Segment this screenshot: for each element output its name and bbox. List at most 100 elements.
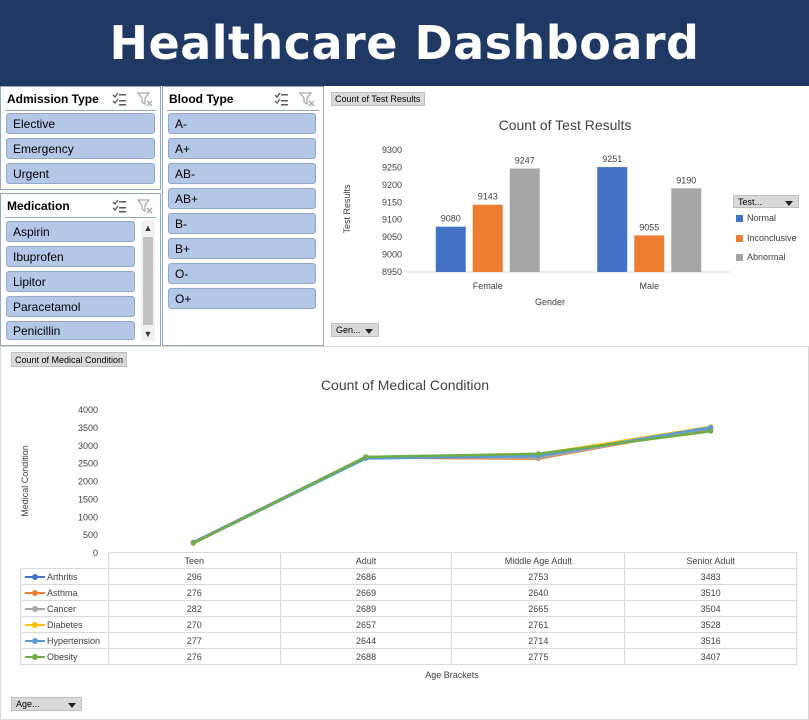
- table-cell: 2688: [279, 648, 453, 665]
- y-tick-label: 1500: [78, 494, 98, 504]
- clear-filter-icon[interactable]: [137, 198, 153, 214]
- count-of-medical-condition-field-button[interactable]: Count of Medical Condition: [11, 352, 127, 367]
- bar-normal-male[interactable]: [597, 167, 628, 272]
- table-cell: 3407: [624, 648, 797, 665]
- table-cell: 276: [107, 584, 281, 601]
- slicer-item-aspirin[interactable]: Aspirin: [6, 221, 135, 242]
- y-tick-label: 9050: [382, 232, 402, 242]
- legend-key-icon: [25, 589, 45, 597]
- y-tick-label: 8950: [382, 267, 402, 277]
- scroll-down-icon[interactable]: ▼: [141, 327, 155, 341]
- table-cell: 277: [107, 632, 281, 649]
- slicer-item-o-pos[interactable]: O+: [168, 288, 316, 309]
- x-tick-label: Female: [473, 281, 503, 291]
- series-line-hypertension[interactable]: [192, 426, 711, 545]
- slicer-item-penicillin[interactable]: Penicillin: [6, 321, 135, 340]
- multi-select-icon[interactable]: [111, 91, 127, 107]
- filter-label: Age...: [16, 699, 40, 709]
- x-axis-title: Age Brackets: [425, 670, 479, 680]
- data-point-obesity[interactable]: [190, 540, 196, 546]
- table-row: Diabetes 270 2657 2761 3528: [20, 616, 797, 633]
- table-cell: 3504: [624, 600, 797, 617]
- series-line-cancer[interactable]: [192, 426, 711, 545]
- y-tick-label: 9250: [382, 162, 402, 172]
- table-cell: 3528: [624, 616, 797, 633]
- divider: [5, 217, 156, 218]
- series-line-asthma[interactable]: [192, 426, 711, 545]
- slicer-item-b-neg[interactable]: B-: [168, 213, 316, 234]
- table-cell: 2753: [451, 568, 626, 585]
- multi-select-icon[interactable]: [273, 91, 289, 107]
- bar-inconclusive-male[interactable]: [634, 235, 665, 272]
- dashboard: Healthcare Dashboard Admission Type Elec…: [0, 0, 809, 720]
- test-results-legend-filter[interactable]: Test...: [733, 195, 799, 208]
- medical-condition-line-chart: 05001000150020002500300035004000: [78, 405, 714, 558]
- chevron-down-icon: [785, 201, 793, 206]
- table-cell: 282: [107, 600, 281, 617]
- scroll-up-icon[interactable]: ▲: [141, 221, 155, 235]
- bar-normal-female[interactable]: [435, 226, 466, 272]
- admission-type-slicer: Admission Type Elective Emergency Urgent: [0, 86, 161, 190]
- slicer-item-o-neg[interactable]: O-: [168, 263, 316, 284]
- series-line-obesity[interactable]: [192, 429, 711, 545]
- chart-title: Count of Medical Condition: [320, 377, 490, 393]
- table-cell: 296: [107, 568, 281, 585]
- gender-axis-filter[interactable]: Gen...: [331, 323, 379, 337]
- series-line-arthritis[interactable]: [192, 427, 711, 544]
- divider: [5, 110, 156, 111]
- slicer-item-ab-neg[interactable]: AB-: [168, 163, 316, 184]
- filter-label: Test...: [738, 196, 763, 207]
- y-tick-label: 9300: [382, 145, 402, 155]
- medication-slicer: Medication Aspirin Ibuprofen Lipitor Par…: [0, 193, 161, 346]
- chevron-down-icon: [68, 703, 76, 708]
- row-header: Cancer: [20, 600, 109, 617]
- series-line-diabetes[interactable]: [192, 425, 711, 545]
- bar-inconclusive-female[interactable]: [472, 204, 503, 272]
- count-of-test-results-field-button[interactable]: Count of Test Results: [331, 92, 425, 106]
- bar-abnormal-female[interactable]: [509, 168, 540, 272]
- slicer-item-b-pos[interactable]: B+: [168, 238, 316, 259]
- row-header: Diabetes: [20, 616, 109, 633]
- slicer-item-ab-pos[interactable]: AB+: [168, 188, 316, 209]
- slicer-item-ibuprofen[interactable]: Ibuprofen: [6, 246, 135, 267]
- row-header: Obesity: [20, 648, 109, 665]
- table-cell: 2689: [279, 600, 453, 617]
- table-cell: 3510: [624, 584, 797, 601]
- y-tick-label: 4000: [78, 405, 98, 415]
- y-tick-label: 3000: [78, 441, 98, 451]
- age-axis-filter[interactable]: Age...: [11, 697, 82, 711]
- clear-filter-icon[interactable]: [137, 91, 153, 107]
- row-header: Arthritis: [20, 568, 109, 585]
- slicer-item-paracetamol[interactable]: Paracetamol: [6, 296, 135, 317]
- column-header: Teen: [107, 552, 281, 569]
- slicer-title: Medication: [7, 199, 70, 213]
- slicer-item-lipitor[interactable]: Lipitor: [6, 271, 135, 292]
- table-cell: 270: [107, 616, 281, 633]
- table-cell: 2644: [279, 632, 453, 649]
- table-cell: 3516: [624, 632, 797, 649]
- bar-abnormal-male[interactable]: [671, 188, 702, 272]
- slicer-item-urgent[interactable]: Urgent: [6, 163, 155, 184]
- divider: [167, 110, 319, 111]
- slicer-item-emergency[interactable]: Emergency: [6, 138, 155, 159]
- clear-filter-icon[interactable]: [299, 91, 315, 107]
- data-point-obesity[interactable]: [708, 428, 714, 434]
- series-name: Asthma: [47, 587, 78, 598]
- multi-select-icon[interactable]: [111, 198, 127, 214]
- chevron-down-icon: [365, 329, 373, 334]
- blood-type-slicer: Blood Type A- A+ AB- AB+ B- B+ O- O+: [162, 86, 324, 346]
- table-cell: 2669: [279, 584, 453, 601]
- slicer-item-elective[interactable]: Elective: [6, 113, 155, 134]
- data-point-obesity[interactable]: [363, 454, 369, 460]
- legend-label: Abnormal: [747, 252, 786, 262]
- slicer-scrollbar[interactable]: ▲ ▼: [141, 221, 155, 341]
- data-point-obesity[interactable]: [535, 451, 541, 457]
- slicer-item-a-neg[interactable]: A-: [168, 113, 316, 134]
- legend-key-icon: [25, 573, 45, 581]
- scroll-thumb[interactable]: [143, 237, 153, 325]
- data-label: 9190: [676, 175, 696, 185]
- slicer-item-a-pos[interactable]: A+: [168, 138, 316, 159]
- series-name: Arthritis: [47, 571, 78, 582]
- table-cell: 2714: [451, 632, 626, 649]
- app-title: Healthcare Dashboard: [0, 0, 809, 86]
